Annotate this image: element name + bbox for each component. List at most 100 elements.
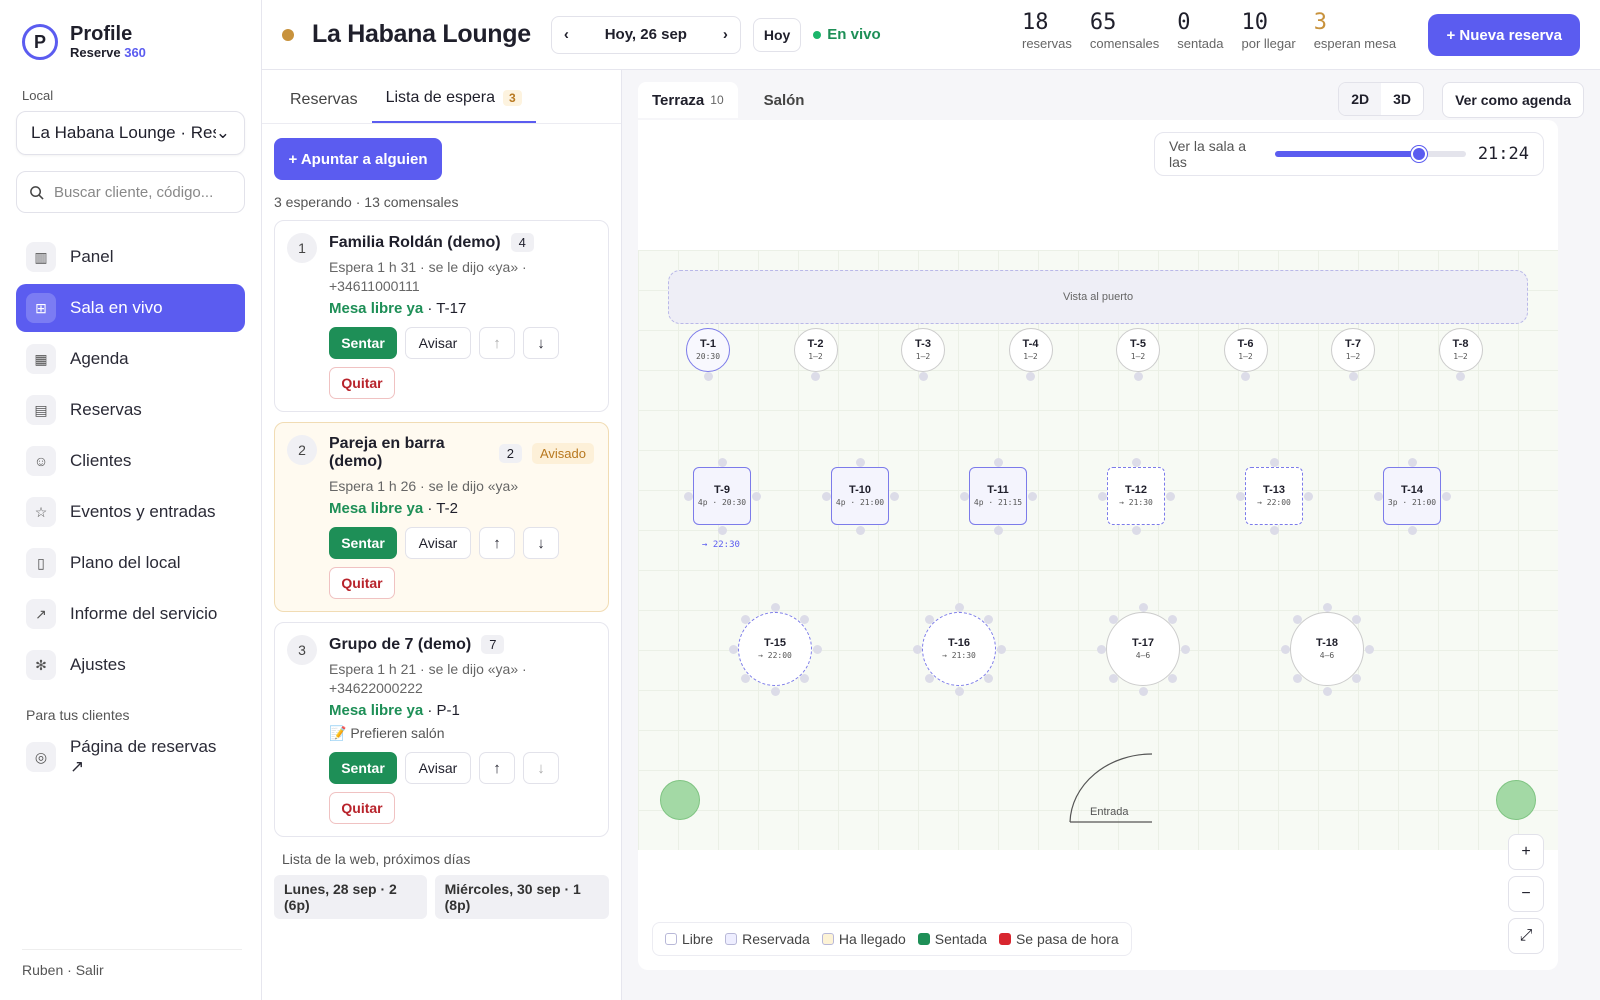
nav-item-sala-en-vivo[interactable]: ⊞ Sala en vivo: [16, 284, 245, 332]
waitlist-card[interactable]: 3 Grupo de 7 (demo) 7 Espera 1 h 21 · se le…: [274, 622, 609, 837]
zoom-in-button[interactable]: +: [1508, 834, 1544, 870]
prev-day-icon[interactable]: ‹: [564, 26, 569, 43]
fit-view-button[interactable]: ⤢: [1508, 918, 1544, 954]
table-t-15[interactable]: T-15 → 22:00: [738, 612, 812, 686]
app: P Profile Reserve 360 Local La Habana Lo…: [0, 0, 1600, 1000]
move-down-icon[interactable]: ↓: [523, 752, 559, 784]
nav-item-ajustes[interactable]: ✻ Ajustes: [16, 641, 245, 689]
brand[interactable]: P Profile Reserve 360: [16, 0, 245, 84]
nav-item-reservas[interactable]: ▤ Reservas: [16, 386, 245, 434]
zoom-out-button[interactable]: −: [1508, 876, 1544, 912]
live-indicator: En vivo: [813, 26, 881, 43]
table-t-4[interactable]: T-4 1–2: [1008, 328, 1053, 372]
tab-terraza[interactable]: Terraza 10: [638, 82, 738, 118]
notify-button[interactable]: Avisar: [405, 327, 471, 359]
table-t-11[interactable]: T-11 4p · 21:15: [969, 467, 1027, 525]
brand-subtitle: Reserve 360: [70, 45, 146, 60]
chair-icon: [770, 686, 780, 696]
new-reservation-button[interactable]: + Nueva reserva: [1428, 14, 1580, 56]
add-to-waitlist-button[interactable]: + Apuntar a alguien: [274, 138, 442, 180]
tab-reservas[interactable]: Reservas: [276, 91, 372, 123]
waitlist-summary: 3 esperando · 13 comensales: [274, 194, 459, 210]
nav-item-panel[interactable]: ▥ Panel: [16, 233, 245, 281]
chair-icon: [1131, 525, 1141, 535]
table-t-7[interactable]: T-7 1–2: [1331, 328, 1375, 372]
seat-button[interactable]: Sentar: [329, 327, 397, 359]
nav-item-informe-del-servicio[interactable]: ↗ Informe del servicio: [16, 590, 245, 638]
table-t-2[interactable]: T-2 1–2: [793, 328, 838, 372]
time-slider-handle[interactable]: [1411, 146, 1428, 162]
table-id: T-1: [700, 338, 716, 350]
wait-meta: Espera 1 h 31 · se le dijo «ya» · +34611…: [329, 259, 527, 294]
tab-lista-espera[interactable]: Lista de espera 3: [371, 89, 536, 123]
floor-canvas[interactable]: Ver la sala a las 21:24 Vista al puerto …: [638, 120, 1558, 970]
nav-item-clientes[interactable]: ☺ Clientes: [16, 437, 245, 485]
nav-item-eventos-y-entradas[interactable]: ☆ Eventos y entradas: [16, 488, 245, 536]
trend-icon: ↗: [26, 599, 56, 629]
today-button[interactable]: Hoy: [752, 17, 802, 52]
seat-button[interactable]: Sentar: [329, 752, 397, 784]
nav-item-label: Agenda: [70, 349, 129, 368]
table-id: T-12: [1124, 484, 1147, 496]
chair-icon: [954, 686, 964, 696]
tab-salon[interactable]: Salón: [750, 82, 819, 118]
nav-item-label: Panel: [70, 247, 114, 266]
view-3d-button[interactable]: 3D: [1381, 83, 1423, 115]
harbor-view-zone: Vista al puerto: [668, 270, 1528, 324]
table-t-10[interactable]: T-10 4p · 21:00: [831, 467, 889, 525]
nav-item-public-page[interactable]: ◎ Página de reservas ↗: [16, 733, 245, 781]
time-readout: 21:24: [1477, 144, 1529, 164]
time-slider[interactable]: [1275, 146, 1466, 162]
seat-button[interactable]: Sentar: [329, 527, 397, 559]
table-t-6[interactable]: T-6 1–2: [1223, 328, 1268, 372]
stat-3: 10 por llegar: [1242, 10, 1296, 51]
nav-item-agenda[interactable]: ▦ Agenda: [16, 335, 245, 383]
view-as-agenda-button[interactable]: Ver como agenda: [1442, 82, 1584, 118]
table-t-16[interactable]: T-16 → 21:30: [922, 612, 996, 686]
next-day-icon[interactable]: ›: [723, 26, 728, 43]
party-name: Grupo de 7 (demo) 7: [329, 635, 594, 654]
legend-item: Reservada: [725, 931, 810, 947]
notify-button[interactable]: Avisar: [405, 527, 471, 559]
star-icon: ☆: [26, 497, 56, 527]
move-down-icon[interactable]: ↓: [523, 527, 559, 559]
date-picker[interactable]: ‹ Hoy, 26 sep ›: [550, 15, 741, 54]
move-up-icon[interactable]: ↑: [479, 527, 515, 559]
search-icon: [30, 185, 44, 200]
chair-icon: [1241, 371, 1250, 381]
date-label: Hoy, 26 sep: [604, 26, 687, 43]
web-list-chip[interactable]: Miércoles, 30 sep · 1 (8p): [434, 875, 609, 919]
chair-icon: [918, 371, 928, 381]
table-status: 1–2: [808, 352, 823, 361]
chair-icon: [1138, 686, 1148, 696]
web-list-chips: Lunes, 28 sep · 2 (6p) Miércoles, 30 sep …: [274, 875, 609, 919]
remove-button[interactable]: Quitar: [329, 567, 395, 599]
chair-icon: [770, 602, 780, 612]
view-2d-button[interactable]: 2D: [1339, 83, 1382, 115]
table-t-5[interactable]: T-5 1–2: [1116, 328, 1160, 372]
table-t-8[interactable]: T-8 1–2: [1438, 328, 1483, 372]
table-id: T-18: [1315, 637, 1338, 649]
local-select[interactable]: La Habana Lounge · Res ⌄: [16, 111, 245, 155]
table-t-1[interactable]: T-1 20:30: [686, 328, 730, 372]
nav-item-plano-del-local[interactable]: ▯ Plano del local: [16, 539, 245, 587]
waitlist-card[interactable]: 1 Familia Roldán (demo) 4 Espera 1 h 31 · s…: [274, 220, 609, 412]
table-t-17[interactable]: T-17 4–6: [1106, 612, 1180, 686]
move-up-icon[interactable]: ↑: [479, 752, 515, 784]
waitlist-card[interactable]: 2 Pareja en barra (demo) 2 Avisado Espera 1 …: [274, 422, 609, 612]
table-t-14[interactable]: T-14 3p · 21:00: [1383, 467, 1441, 525]
table-t-18[interactable]: T-18 4–6: [1290, 612, 1364, 686]
table-t-13[interactable]: T-13 → 22:00: [1245, 467, 1303, 525]
table-t-12[interactable]: T-12 → 21:30: [1107, 467, 1165, 525]
web-list-chip[interactable]: Lunes, 28 sep · 2 (6p): [274, 875, 427, 919]
table-t-3[interactable]: T-3 1–2: [901, 328, 945, 372]
remove-button[interactable]: Quitar: [329, 367, 395, 399]
sidebar-footer[interactable]: Ruben · Salir: [22, 949, 242, 978]
notify-button[interactable]: Avisar: [405, 752, 471, 784]
table-t-9[interactable]: T-9 4p · 20:30: [693, 467, 751, 525]
move-up-icon[interactable]: ↑: [479, 327, 515, 359]
search-input[interactable]: Buscar cliente, código...: [16, 171, 245, 213]
move-down-icon[interactable]: ↓: [523, 327, 559, 359]
entrance-label: Entrada: [1090, 806, 1129, 818]
remove-button[interactable]: Quitar: [329, 792, 395, 824]
